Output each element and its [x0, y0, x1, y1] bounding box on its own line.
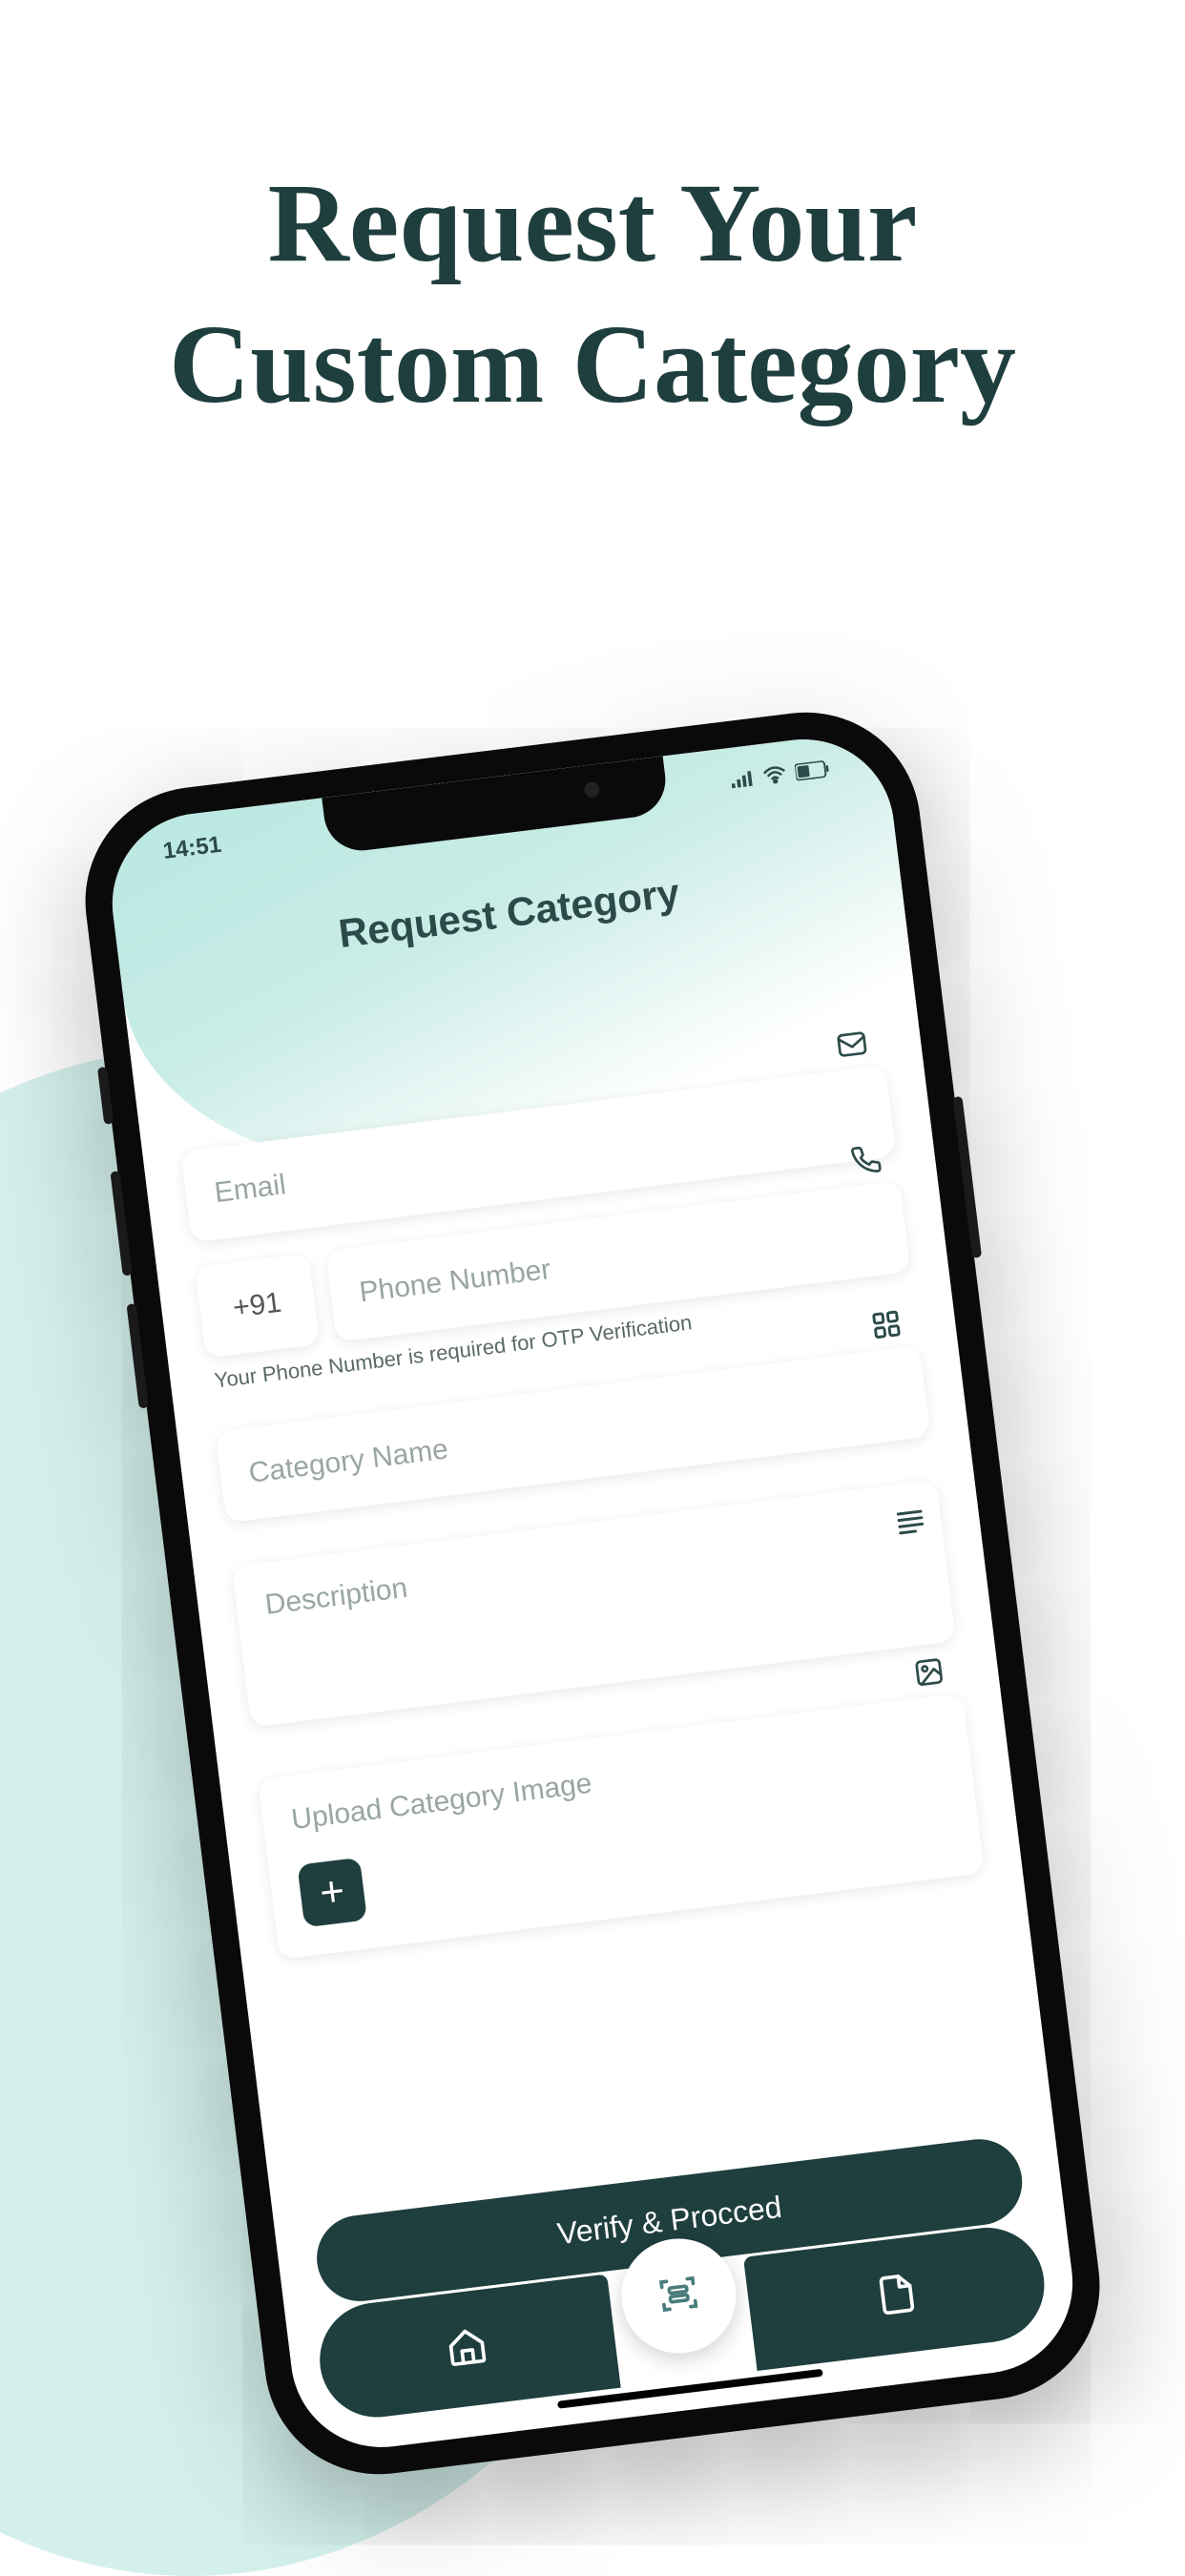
mail-icon	[833, 1026, 871, 1064]
add-image-button[interactable]: +	[297, 1858, 367, 1928]
lines-icon	[891, 1503, 929, 1541]
upload-label: Upload Category Image	[290, 1725, 942, 1837]
wifi-icon	[762, 762, 788, 792]
upload-card: Upload Category Image +	[258, 1693, 985, 1960]
phone-icon	[847, 1141, 885, 1179]
phone-power-button	[952, 1096, 982, 1258]
marketing-title-line1: Request Your	[268, 160, 918, 285]
marketing-title: Request Your Custom Category	[0, 153, 1185, 434]
marketing-title-line2: Custom Category	[169, 301, 1016, 426]
image-icon	[910, 1653, 948, 1692]
country-code-select[interactable]: +91	[195, 1254, 320, 1359]
home-icon	[444, 2323, 491, 2375]
scan-icon	[655, 2270, 703, 2321]
description-input[interactable]	[232, 1480, 956, 1727]
grid-icon	[867, 1305, 905, 1343]
phone-screen: 14:51 Request Category	[102, 729, 1083, 2458]
signal-icon	[730, 766, 756, 796]
document-icon	[873, 2271, 921, 2322]
upload-field-wrap: Upload Category Image +	[258, 1693, 985, 1960]
battery-icon	[794, 757, 831, 787]
description-field-wrap	[232, 1480, 957, 1732]
form-container: +91 Your Phone Number is required for OT…	[174, 1008, 1018, 2235]
